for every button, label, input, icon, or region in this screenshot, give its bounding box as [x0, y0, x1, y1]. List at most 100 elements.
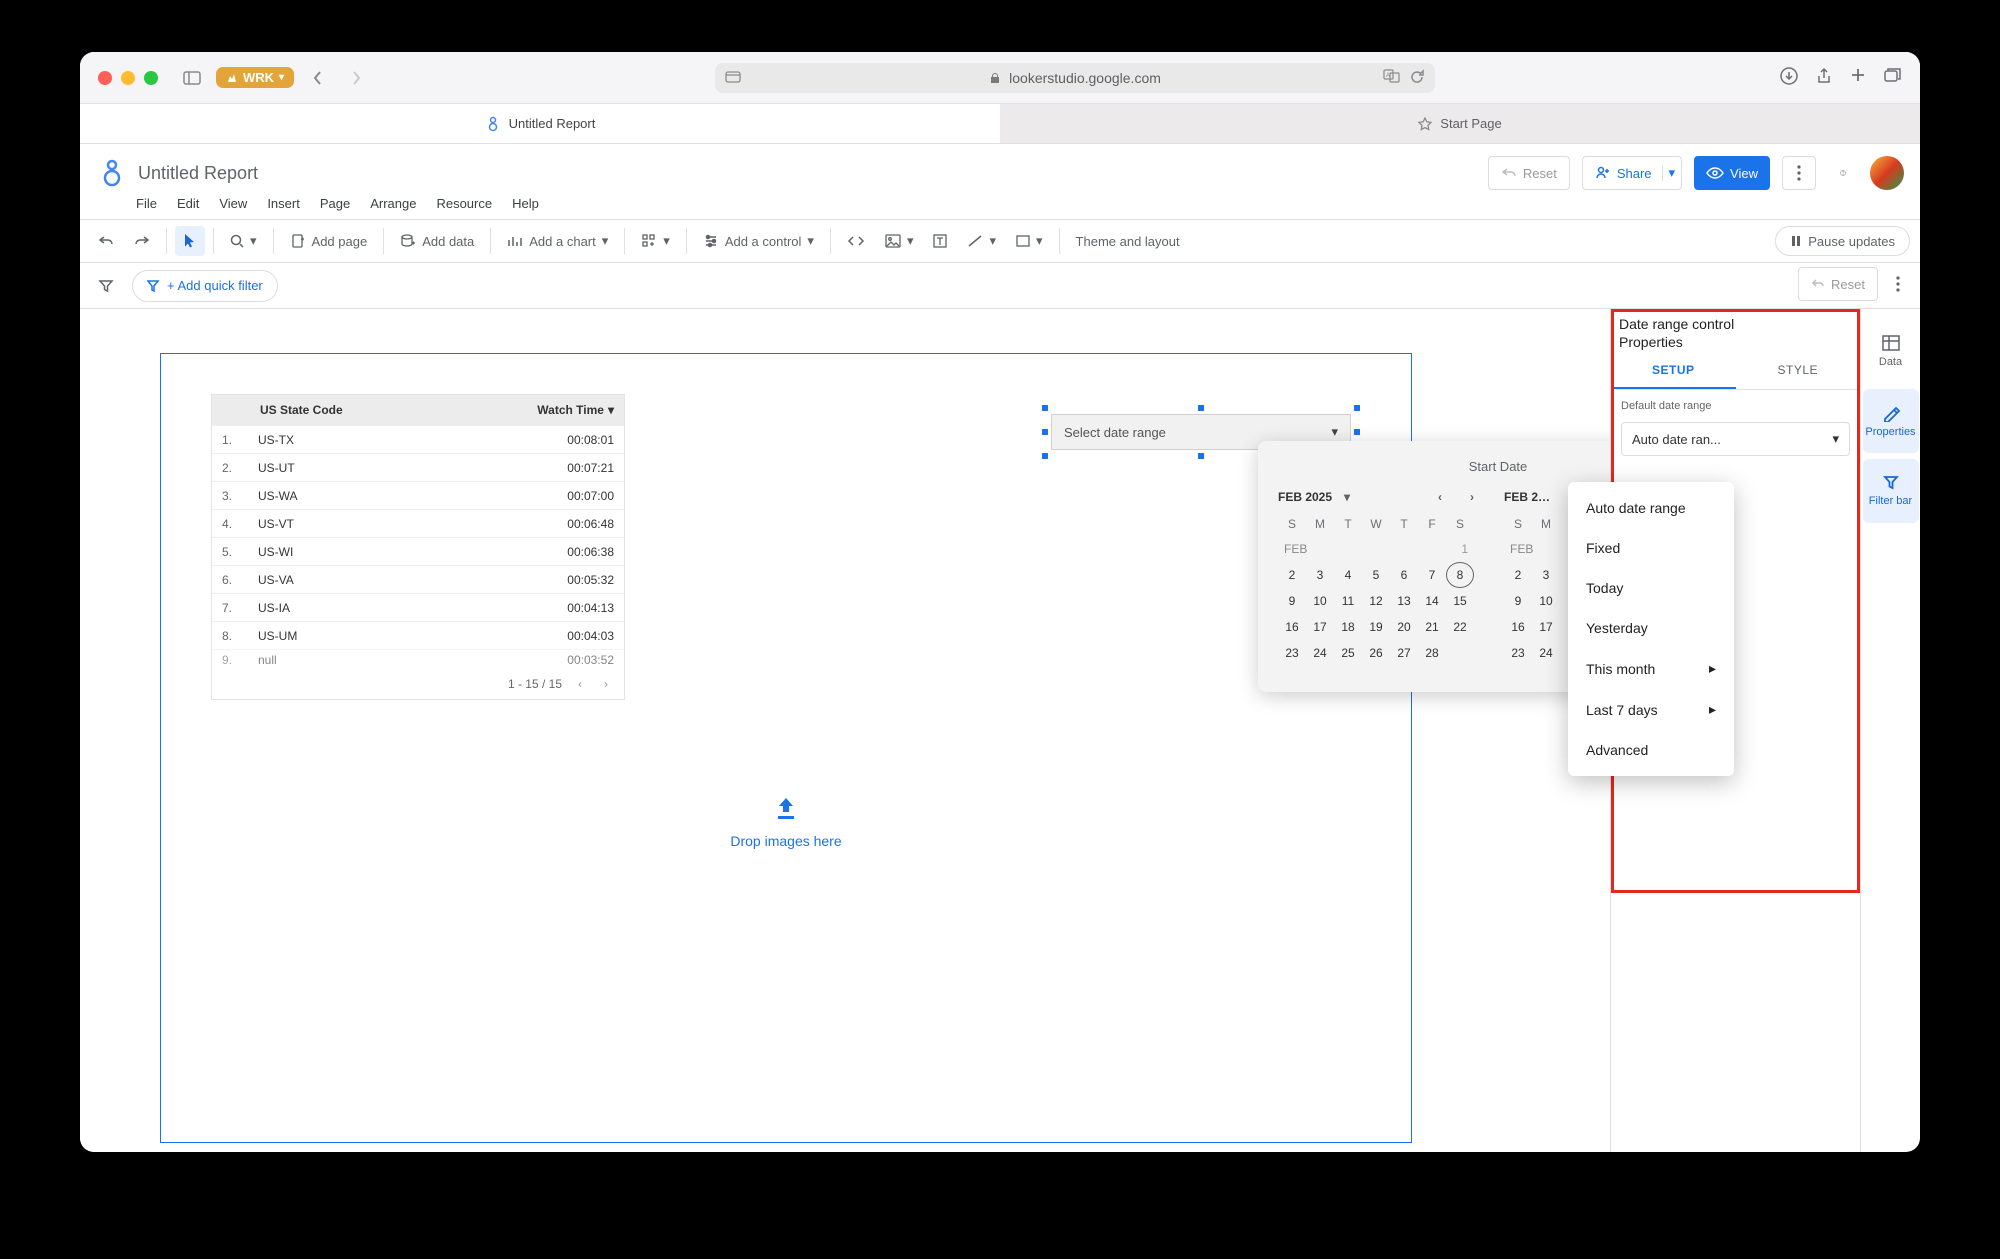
canvas-more-button[interactable]	[1888, 269, 1908, 299]
prev-month-button[interactable]: ‹	[1438, 490, 1442, 504]
looker-logo-icon[interactable]	[96, 157, 128, 189]
text-button[interactable]	[925, 226, 955, 256]
share-icon[interactable]	[1816, 67, 1832, 88]
shape-button[interactable]: ▾	[1008, 226, 1051, 256]
embed-button[interactable]	[839, 226, 873, 256]
menu-arrange[interactable]: Arrange	[370, 196, 416, 211]
forward-button[interactable]	[342, 64, 370, 92]
close-window-button[interactable]	[98, 71, 112, 85]
rail-properties[interactable]: Properties	[1863, 389, 1919, 453]
help-button[interactable]	[1828, 156, 1858, 190]
table-row[interactable]: 7.US-IA00:04:13	[212, 593, 624, 621]
theme-layout-button[interactable]: Theme and layout	[1068, 226, 1188, 256]
calendar-day[interactable]: 14	[1418, 588, 1446, 614]
tab-setup[interactable]: SETUP	[1611, 353, 1736, 389]
calendar-day[interactable]: 8	[1446, 562, 1474, 588]
filter-icon[interactable]	[90, 271, 122, 301]
account-avatar[interactable]	[1870, 156, 1904, 190]
menu-item[interactable]: Today	[1568, 568, 1734, 608]
calendar-day[interactable]: 9	[1504, 588, 1532, 614]
calendar-day[interactable]: 18	[1334, 614, 1362, 640]
share-dropdown-icon[interactable]: ▾	[1662, 165, 1676, 181]
add-data-button[interactable]: Add data	[392, 226, 482, 256]
calendar-day[interactable]: 9	[1278, 588, 1306, 614]
calendar-day[interactable]: 10	[1306, 588, 1334, 614]
reset-button[interactable]: Reset	[1488, 156, 1570, 190]
calendar-day[interactable]: 22	[1446, 614, 1474, 640]
table-row[interactable]: 2.US-UT00:07:21	[212, 453, 624, 481]
sidebar-toggle-icon[interactable]	[178, 64, 206, 92]
table-row[interactable]: 1.US-TX00:08:01	[212, 425, 624, 453]
calendar-day[interactable]: 7	[1418, 562, 1446, 588]
add-control-button[interactable]: Add a control▾	[695, 226, 822, 256]
menu-help[interactable]: Help	[512, 196, 539, 211]
table-row[interactable]: 8.US-UM00:04:03	[212, 621, 624, 649]
document-title[interactable]: Untitled Report	[138, 163, 258, 184]
default-date-range-select[interactable]: Auto date ran... ▾	[1621, 422, 1850, 456]
menu-edit[interactable]: Edit	[177, 196, 199, 211]
tab-style[interactable]: STYLE	[1736, 353, 1861, 389]
browser-tab-startpage[interactable]: Start Page	[1000, 104, 1920, 143]
undo-button[interactable]	[90, 226, 122, 256]
calendar-day[interactable]: 11	[1334, 588, 1362, 614]
menu-file[interactable]: File	[136, 196, 157, 211]
menu-insert[interactable]: Insert	[267, 196, 300, 211]
table-row[interactable]: 9.null00:03:52	[212, 649, 624, 669]
downloads-icon[interactable]	[1780, 67, 1798, 88]
month-label-2[interactable]: FEB 2…	[1504, 490, 1550, 504]
table-row[interactable]: 5.US-WI00:06:38	[212, 537, 624, 565]
calendar-day[interactable]: 13	[1390, 588, 1418, 614]
add-page-button[interactable]: Add page	[282, 226, 376, 256]
rail-filterbar[interactable]: Filter bar	[1863, 459, 1919, 523]
menu-item[interactable]: Last 7 days▸	[1568, 689, 1734, 730]
reload-icon[interactable]	[1410, 69, 1425, 87]
calendar-day[interactable]: 10	[1532, 588, 1560, 614]
redo-button[interactable]	[126, 226, 158, 256]
menu-item[interactable]: Yesterday	[1568, 608, 1734, 648]
calendar-day[interactable]: 27	[1390, 640, 1418, 666]
calendar-day[interactable]: 17	[1306, 614, 1334, 640]
calendar-day[interactable]: 17	[1532, 614, 1560, 640]
menu-item[interactable]: This month▸	[1568, 648, 1734, 689]
calendar-day[interactable]: 25	[1334, 640, 1362, 666]
menu-page[interactable]: Page	[320, 196, 350, 211]
table-row[interactable]: 6.US-VA00:05:32	[212, 565, 624, 593]
canvas-area[interactable]: US State Code Watch Time▾ 1.US-TX00:08:0…	[80, 309, 1610, 1152]
table-chart[interactable]: US State Code Watch Time▾ 1.US-TX00:08:0…	[211, 394, 625, 700]
browser-tab-report[interactable]: Untitled Report	[80, 104, 1000, 143]
month-label[interactable]: FEB 2025	[1278, 490, 1332, 504]
table-row[interactable]: 4.US-VT00:06:48	[212, 509, 624, 537]
calendar-day[interactable]: 21	[1418, 614, 1446, 640]
pager-next[interactable]: ›	[598, 677, 614, 691]
calendar-day[interactable]: 15	[1446, 588, 1474, 614]
table-row[interactable]: 3.US-WA00:07:00	[212, 481, 624, 509]
calendar-day[interactable]: 2	[1504, 562, 1532, 588]
community-viz-button[interactable]: ▾	[633, 226, 678, 256]
menu-item[interactable]: Fixed	[1568, 528, 1734, 568]
address-bar[interactable]: lookerstudio.google.com A	[715, 63, 1435, 93]
share-button[interactable]: Share ▾	[1582, 156, 1682, 190]
calendar-day[interactable]: 3	[1306, 562, 1334, 588]
col-watch[interactable]: Watch Time▾	[504, 403, 624, 417]
line-button[interactable]: ▾	[959, 226, 1004, 256]
calendar-day[interactable]: 16	[1504, 614, 1532, 640]
drop-zone[interactable]: Drop images here	[161, 794, 1411, 849]
calendar-day[interactable]: 2	[1278, 562, 1306, 588]
calendar-day[interactable]: 28	[1418, 640, 1446, 666]
back-button[interactable]	[304, 64, 332, 92]
translate-icon[interactable]: A	[1383, 69, 1401, 86]
minimize-window-button[interactable]	[121, 71, 135, 85]
calendar-day[interactable]: 16	[1278, 614, 1306, 640]
calendar-day[interactable]: 23	[1504, 640, 1532, 666]
pause-updates-button[interactable]: Pause updates	[1775, 226, 1910, 256]
calendar-day[interactable]: 3	[1532, 562, 1560, 588]
calendar-day[interactable]: 23	[1278, 640, 1306, 666]
menu-item[interactable]: Advanced	[1568, 730, 1734, 770]
calendar-day[interactable]: 26	[1362, 640, 1390, 666]
calendar-day[interactable]: 19	[1362, 614, 1390, 640]
col-state[interactable]: US State Code	[258, 403, 504, 417]
calendar-day[interactable]: 24	[1306, 640, 1334, 666]
calendar-day[interactable]: 5	[1362, 562, 1390, 588]
rail-data[interactable]: Data	[1863, 319, 1919, 383]
menu-view[interactable]: View	[219, 196, 247, 211]
